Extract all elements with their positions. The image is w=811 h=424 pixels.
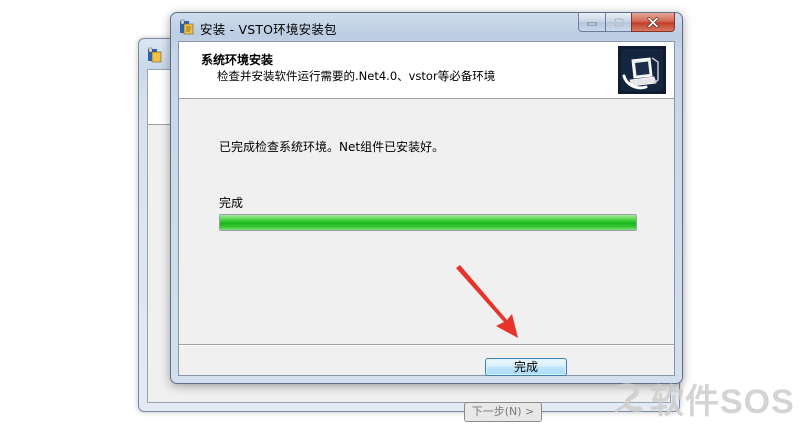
close-icon (647, 16, 659, 28)
page-title: 系统环境安装 (201, 53, 274, 67)
annotation-arrow-icon (456, 265, 518, 338)
page-subtitle: 检查并安装软件运行需要的.Net4.0、vstor等必备环境 (217, 69, 496, 83)
close-button[interactable] (631, 13, 675, 32)
progress-fill (220, 215, 636, 230)
installer-icon (147, 47, 163, 63)
installer-icon (179, 19, 195, 35)
installer-logo-icon (618, 46, 666, 94)
next-button[interactable]: 下一步(N) > (464, 402, 542, 422)
maximize-icon (613, 17, 624, 27)
watermark: 软件SOS (612, 378, 795, 421)
title-bar[interactable]: 安装 - VSTO环境安装包 (171, 13, 682, 41)
maximize-button[interactable] (605, 13, 631, 32)
finish-button[interactable]: 完成 (485, 358, 567, 376)
status-message: 已完成检查系统环境。Net组件已安装好。 (219, 140, 445, 154)
progress-bar (219, 214, 637, 231)
footer-divider (179, 344, 674, 346)
dialog-client-area: 系统环境安装 检查并安装软件运行需要的.Net4.0、vstor等必备环境 已完… (178, 41, 675, 376)
window-controls (578, 13, 675, 32)
installer-dialog: 安装 - VSTO环境安装包 系统环境安装 检查并安装软件运行需要的.Net4.… (170, 12, 683, 384)
watermark-logo-icon (614, 383, 643, 413)
progress-label: 完成 (219, 196, 244, 210)
watermark-text: 软件SOS (650, 382, 795, 421)
wizard-header: 系统环境安装 检查并安装软件运行需要的.Net4.0、vstor等必备环境 (179, 42, 674, 99)
minimize-icon (587, 22, 597, 26)
window-title: 安装 - VSTO环境安装包 (200, 22, 337, 37)
minimize-button[interactable] (578, 13, 605, 32)
